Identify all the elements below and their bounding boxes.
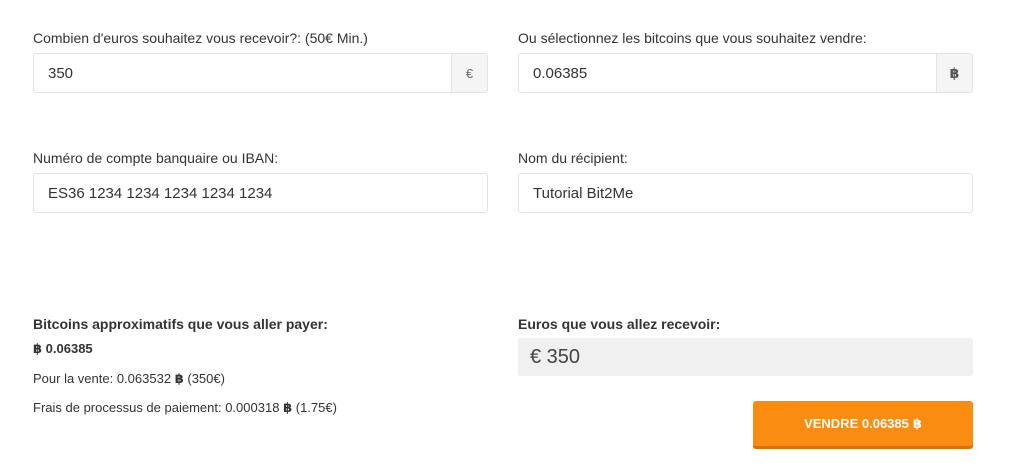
sale-text: Pour la vente: 0.063532 bbox=[33, 371, 172, 386]
bitcoin-symbol-icon: ฿ bbox=[283, 400, 293, 415]
receive-amount: € 350 bbox=[518, 338, 973, 376]
pay-title: Bitcoins approximatifs que vous aller pa… bbox=[33, 316, 328, 332]
iban-field bbox=[33, 173, 488, 213]
iban-label: Numéro de compte banquaire ou IBAN: bbox=[33, 150, 279, 166]
euros-amount-input[interactable] bbox=[34, 54, 451, 92]
recipient-label: Nom du récipient: bbox=[518, 150, 628, 166]
recipient-field bbox=[518, 173, 973, 213]
bitcoin-symbol-icon: ฿ bbox=[912, 415, 922, 431]
iban-input[interactable] bbox=[34, 174, 487, 212]
bitcoin-amount-input[interactable] bbox=[519, 54, 936, 92]
recipient-input[interactable] bbox=[519, 174, 972, 212]
bitcoin-addon: ฿ bbox=[936, 54, 972, 92]
sell-button[interactable]: VENDRE 0.06385 ฿ bbox=[753, 401, 973, 446]
sell-button-label: VENDRE 0.06385 bbox=[804, 416, 909, 431]
sale-euros: (350€) bbox=[187, 371, 225, 386]
bitcoin-amount-label: Ou sélectionnez les bitcoins que vous so… bbox=[518, 30, 867, 46]
fee-line: Frais de processus de paiement: 0.000318… bbox=[33, 400, 337, 416]
euros-amount-field: € bbox=[33, 53, 488, 93]
bitcoin-symbol-icon: ฿ bbox=[33, 341, 43, 356]
pay-amount-line: ฿ 0.06385 bbox=[33, 341, 93, 357]
receive-title: Euros que vous allez recevoir: bbox=[518, 316, 721, 332]
bitcoin-symbol-icon: ฿ bbox=[174, 371, 184, 386]
bitcoin-amount-field: ฿ bbox=[518, 53, 973, 93]
pay-amount: 0.06385 bbox=[45, 341, 93, 356]
euros-amount-label: Combien d'euros souhaitez vous recevoir?… bbox=[33, 30, 368, 46]
euro-addon: € bbox=[451, 54, 487, 92]
fee-text: Frais de processus de paiement: 0.000318 bbox=[33, 400, 280, 415]
fee-euros: (1.75€) bbox=[295, 400, 337, 415]
sale-line: Pour la vente: 0.063532 ฿ (350€) bbox=[33, 371, 225, 387]
